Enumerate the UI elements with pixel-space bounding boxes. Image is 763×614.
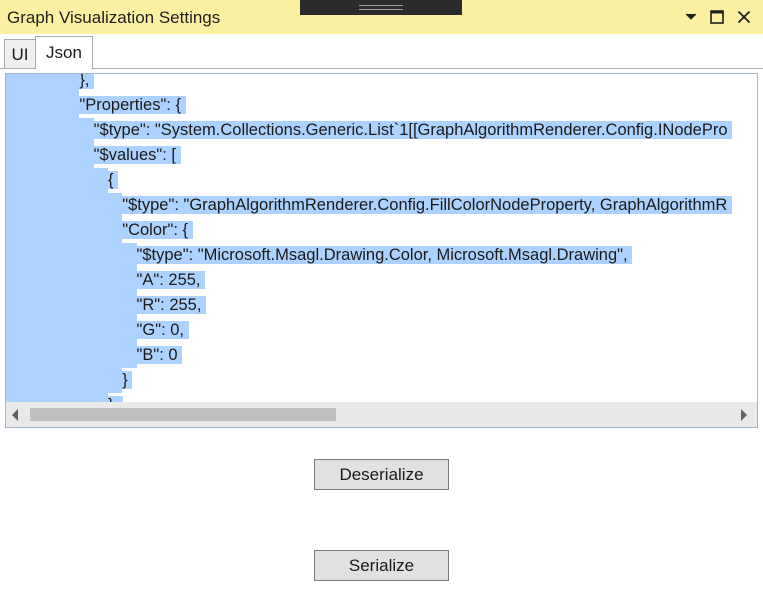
json-editor[interactable]: }, "Properties": { "$type": "System.Coll…	[5, 73, 758, 428]
code-text: "A": 255,	[136, 271, 206, 289]
code-text: {	[107, 171, 119, 189]
selection-indent	[6, 168, 108, 193]
selection-indent	[6, 243, 137, 268]
scroll-right-button[interactable]	[737, 408, 749, 422]
settings-window: Graph Visualization Settings UI Json}, …	[0, 0, 763, 614]
code-line: }	[6, 368, 133, 393]
serialize-button[interactable]: Serialize	[314, 550, 449, 581]
close-icon	[737, 10, 751, 24]
selection-indent	[6, 193, 123, 218]
selection-indent	[6, 74, 80, 93]
selection-indent	[6, 343, 137, 368]
maximize-icon	[710, 10, 724, 24]
code-line: "$type": "System.Collections.Generic.Lis…	[6, 118, 733, 143]
code-text: "G": 0,	[136, 321, 189, 339]
tab-json[interactable]: Json	[35, 36, 93, 70]
selection-indent	[6, 268, 137, 293]
code-text: }	[122, 371, 133, 389]
code-text: "Color": {	[122, 221, 193, 239]
code-text: "$values": [	[93, 146, 181, 164]
arrow-right-icon	[741, 409, 747, 421]
deserialize-button[interactable]: Deserialize	[314, 459, 449, 490]
selection-indent	[6, 118, 94, 143]
selection-indent	[6, 143, 94, 168]
grip-line	[359, 5, 403, 6]
code-text: "$type": "System.Collections.Generic.Lis…	[93, 121, 733, 139]
code-line: "G": 0,	[6, 318, 189, 343]
chevron-down-icon	[685, 13, 697, 20]
code-line: },	[6, 393, 123, 402]
code-line: "R": 255,	[6, 293, 207, 318]
tab-ui[interactable]: UI	[4, 39, 36, 69]
code-line: {	[6, 168, 119, 193]
maximize-button[interactable]	[705, 5, 729, 29]
code-text: "$type": "GraphAlgorithmRenderer.Config.…	[122, 196, 732, 214]
code-text: "Properties": {	[79, 96, 186, 114]
code-line: "B": 0	[6, 343, 183, 368]
selection-indent	[6, 93, 80, 118]
code-line: "A": 255,	[6, 268, 206, 293]
arrow-left-icon	[12, 409, 18, 421]
drag-handle[interactable]	[300, 0, 462, 15]
grip-line	[359, 9, 403, 10]
code-line: },	[6, 74, 95, 93]
code-line: "Properties": {	[6, 93, 186, 118]
code-line: "$values": [	[6, 143, 181, 168]
code-line: "Color": {	[6, 218, 193, 243]
selection-indent	[6, 218, 123, 243]
scrollbar-thumb[interactable]	[30, 408, 336, 421]
code-text: },	[79, 74, 95, 89]
tab-strip: UI Json	[0, 36, 763, 70]
code-text: "$type": "Microsoft.Msagl.Drawing.Color,…	[136, 246, 633, 264]
window-title: Graph Visualization Settings	[7, 8, 221, 27]
code-text: "B": 0	[136, 346, 183, 364]
close-button[interactable]	[732, 5, 756, 29]
horizontal-scrollbar[interactable]	[6, 402, 757, 427]
selection-indent	[6, 318, 137, 343]
selection-indent	[6, 368, 123, 393]
json-text-area[interactable]: }, "Properties": { "$type": "System.Coll…	[6, 74, 757, 402]
dropdown-button[interactable]	[679, 5, 703, 29]
selection-indent	[6, 293, 137, 318]
code-line: "$type": "GraphAlgorithmRenderer.Config.…	[6, 193, 732, 218]
code-line: "$type": "Microsoft.Msagl.Drawing.Color,…	[6, 243, 633, 268]
selection-indent	[6, 393, 108, 402]
code-text: "R": 255,	[136, 296, 207, 314]
title-bar[interactable]: Graph Visualization Settings	[0, 0, 763, 34]
scroll-left-button[interactable]	[10, 408, 22, 422]
